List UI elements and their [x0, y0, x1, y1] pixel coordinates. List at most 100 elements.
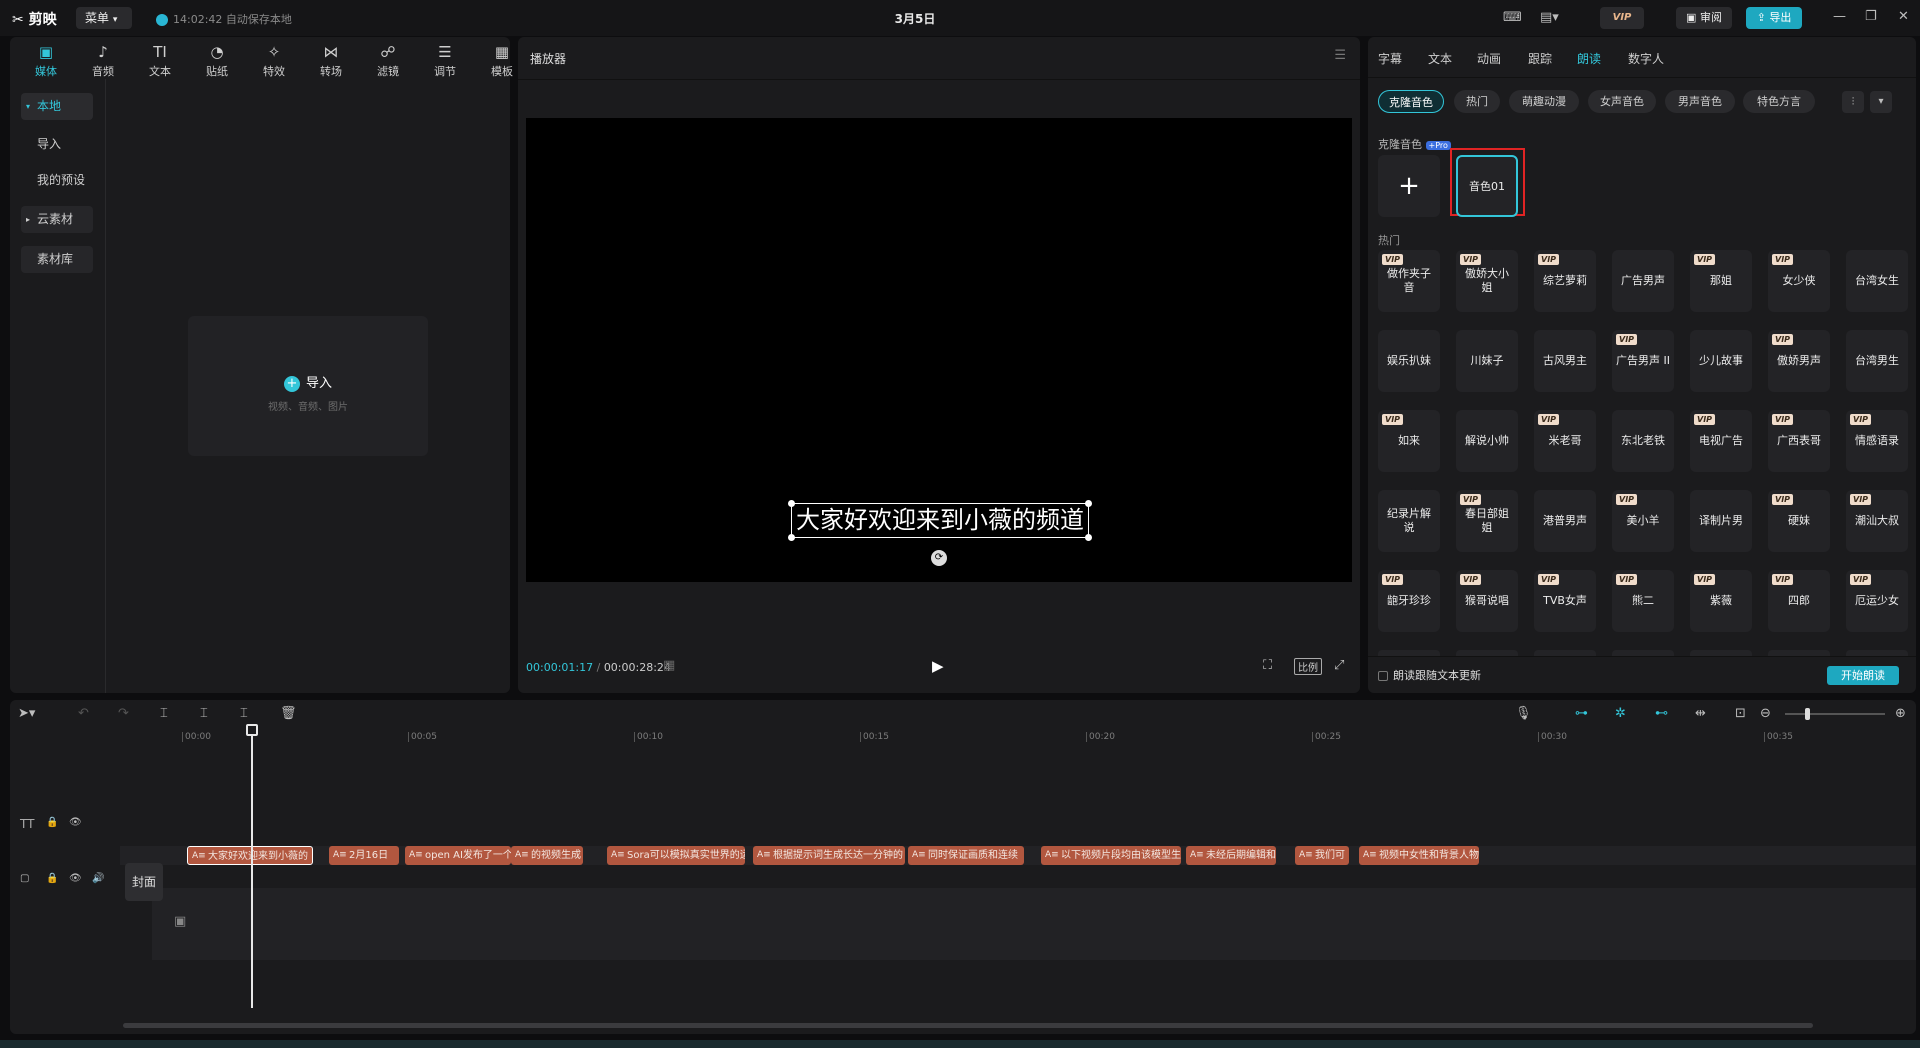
- voice-card[interactable]: 台湾女生: [1846, 250, 1908, 312]
- sidebar-item-local[interactable]: ▾ 本地: [21, 93, 93, 120]
- tool-media[interactable]: ▣ 媒体: [20, 37, 72, 79]
- menu-icon[interactable]: ☰: [1334, 48, 1346, 63]
- tool-sticker[interactable]: ◔ 贴纸: [191, 37, 243, 79]
- redo-icon[interactable]: ↷: [118, 706, 129, 721]
- voice-filter-chip[interactable]: 热门: [1454, 90, 1500, 113]
- zoom-fit-icon[interactable]: ⊡: [1735, 706, 1746, 721]
- voice-card[interactable]: 纪录片解说: [1378, 490, 1440, 552]
- voice-card[interactable]: VIP TVB女声: [1534, 570, 1596, 632]
- sidebar-item-presets[interactable]: 我的预设: [21, 167, 93, 194]
- speaker-icon[interactable]: 🔊: [92, 873, 104, 884]
- lock-icon[interactable]: 🔒: [46, 817, 58, 828]
- tab-2[interactable]: 动画: [1477, 50, 1501, 67]
- start-reading-button[interactable]: 开始朗读: [1827, 666, 1899, 685]
- layout-icon[interactable]: ▤▾: [1540, 10, 1559, 25]
- voice-card[interactable]: VIP 四郎: [1768, 570, 1830, 632]
- timeline-icon[interactable]: ▦: [663, 658, 675, 673]
- fit-screen-icon[interactable]: ⛶: [1263, 658, 1272, 673]
- tab-1[interactable]: 文本: [1428, 50, 1452, 67]
- voice-filter-chip[interactable]: 特色方言: [1743, 90, 1815, 113]
- caption-box[interactable]: 大家好欢迎来到小薇的频道: [788, 500, 1092, 541]
- lock-icon[interactable]: 🔒: [46, 873, 58, 884]
- voice-card[interactable]: VIP 综艺萝莉: [1534, 250, 1596, 312]
- review-button[interactable]: ▣ 审阅: [1676, 7, 1732, 29]
- split-icon[interactable]: ⌶: [160, 706, 168, 721]
- voice-card[interactable]: VIP 广告男声 II: [1612, 330, 1674, 392]
- main-video-track[interactable]: ▣: [152, 888, 1916, 960]
- tool-adjust[interactable]: ☰ 调节: [419, 37, 471, 79]
- chevron-down-icon[interactable]: ▾: [1870, 91, 1892, 113]
- voice-card[interactable]: VIP 做作夹子音: [1378, 250, 1440, 312]
- checkbox[interactable]: [1378, 671, 1388, 681]
- rotate-icon[interactable]: ⟳: [931, 550, 947, 566]
- voice-card-clone-01[interactable]: 音色01: [1456, 155, 1518, 217]
- follow-text-option[interactable]: 朗读跟随文本更新: [1378, 667, 1481, 683]
- voice-card[interactable]: VIP 傲娇男声: [1768, 330, 1830, 392]
- subtitle-clip[interactable]: 大家好欢迎来到小薇的: [187, 846, 313, 865]
- voice-card[interactable]: VIP 广西表哥: [1768, 410, 1830, 472]
- resize-handle[interactable]: [788, 500, 795, 507]
- voice-card[interactable]: 港普男声: [1534, 490, 1596, 552]
- keyboard-icon[interactable]: ⌨: [1503, 10, 1522, 25]
- restore-icon[interactable]: ❐: [1865, 9, 1877, 24]
- zoom-slider[interactable]: [1785, 708, 1885, 720]
- tab-3[interactable]: 跟踪: [1528, 50, 1552, 67]
- zoom-out-icon[interactable]: ⊖: [1760, 706, 1771, 721]
- minimize-icon[interactable]: —: [1833, 9, 1846, 24]
- resize-handle[interactable]: [1085, 500, 1092, 507]
- tool-text[interactable]: TI 文本: [134, 37, 186, 79]
- voice-filter-chip[interactable]: 克隆音色: [1378, 90, 1444, 113]
- add-clone-voice-button[interactable]: +: [1378, 155, 1440, 217]
- linkage-icon[interactable]: ⊷: [1655, 706, 1668, 721]
- filter-icon[interactable]: ⫶: [1842, 91, 1864, 113]
- voice-card[interactable]: VIP 紫薇: [1690, 570, 1752, 632]
- sidebar-item-cloud[interactable]: ▸ 云素材: [21, 206, 93, 233]
- subtitle-clip[interactable]: 的视频生成: [511, 846, 583, 865]
- subtitle-clip[interactable]: 2月16日: [329, 846, 399, 865]
- tool-transition[interactable]: ⋈ 转场: [305, 37, 357, 79]
- fullscreen-icon[interactable]: ⤢: [1334, 658, 1344, 673]
- sidebar-item-library[interactable]: 素材库: [21, 246, 93, 273]
- zoom-in-icon[interactable]: ⊕: [1895, 706, 1906, 721]
- tab-4[interactable]: 朗读: [1577, 50, 1601, 67]
- voice-card[interactable]: VIP 米老哥: [1534, 410, 1596, 472]
- split-right-icon[interactable]: ⌶: [240, 706, 248, 721]
- ratio-button[interactable]: 比例: [1294, 658, 1322, 675]
- voice-card[interactable]: 东北老铁: [1612, 410, 1674, 472]
- voice-card[interactable]: VIP 情感语录: [1846, 410, 1908, 472]
- voice-card[interactable]: 解说小帅: [1456, 410, 1518, 472]
- voice-card[interactable]: VIP 龅牙珍珍: [1378, 570, 1440, 632]
- voice-card[interactable]: VIP 女少侠: [1768, 250, 1830, 312]
- voice-card[interactable]: VIP 熊二: [1612, 570, 1674, 632]
- auto-snap-icon[interactable]: ✲: [1615, 706, 1626, 721]
- voice-card[interactable]: VIP 那姐: [1690, 250, 1752, 312]
- subtitle-clip[interactable]: Sora可以模拟真实世界的运: [607, 846, 745, 865]
- main-track-magnet-icon[interactable]: ⊶: [1575, 706, 1588, 721]
- select-tool-icon[interactable]: ➤▾: [18, 706, 35, 721]
- subtitle-clip[interactable]: open AI发布了一个: [405, 846, 511, 865]
- tool-filter[interactable]: ☍ 滤镜: [362, 37, 414, 79]
- tool-effects[interactable]: ✧ 特效: [248, 37, 300, 79]
- voice-card[interactable]: 广告男声: [1612, 250, 1674, 312]
- voice-card[interactable]: 川妹子: [1456, 330, 1518, 392]
- preview-axis-icon[interactable]: ⇹: [1695, 706, 1706, 721]
- voice-card[interactable]: 少儿故事: [1690, 330, 1752, 392]
- tool-audio[interactable]: ♪ 音频: [77, 37, 129, 79]
- tab-0[interactable]: 字幕: [1378, 50, 1402, 67]
- voice-filter-chip[interactable]: 萌趣动漫: [1509, 90, 1579, 113]
- video-canvas[interactable]: 大家好欢迎来到小薇的频道 ⟳: [526, 118, 1352, 582]
- undo-icon[interactable]: ↶: [78, 706, 89, 721]
- voice-card[interactable]: 台湾男生: [1846, 330, 1908, 392]
- subtitle-clip[interactable]: 以下视频片段均由该模型生: [1041, 846, 1181, 865]
- voice-card[interactable]: VIP 美小羊: [1612, 490, 1674, 552]
- eye-icon[interactable]: 👁: [69, 873, 82, 884]
- close-icon[interactable]: ✕: [1898, 9, 1909, 24]
- voice-card[interactable]: VIP 电视广告: [1690, 410, 1752, 472]
- voice-filter-chip[interactable]: 女声音色: [1588, 90, 1656, 113]
- delete-icon[interactable]: 🗑: [280, 706, 297, 721]
- play-icon[interactable]: ▶: [932, 657, 944, 675]
- voice-card[interactable]: VIP 春日部姐姐: [1456, 490, 1518, 552]
- export-button[interactable]: ⇪ 导出: [1746, 7, 1802, 29]
- subtitle-clip[interactable]: 我们可: [1295, 846, 1349, 865]
- subtitle-clip[interactable]: 根据提示词生成长达一分钟的: [753, 846, 905, 865]
